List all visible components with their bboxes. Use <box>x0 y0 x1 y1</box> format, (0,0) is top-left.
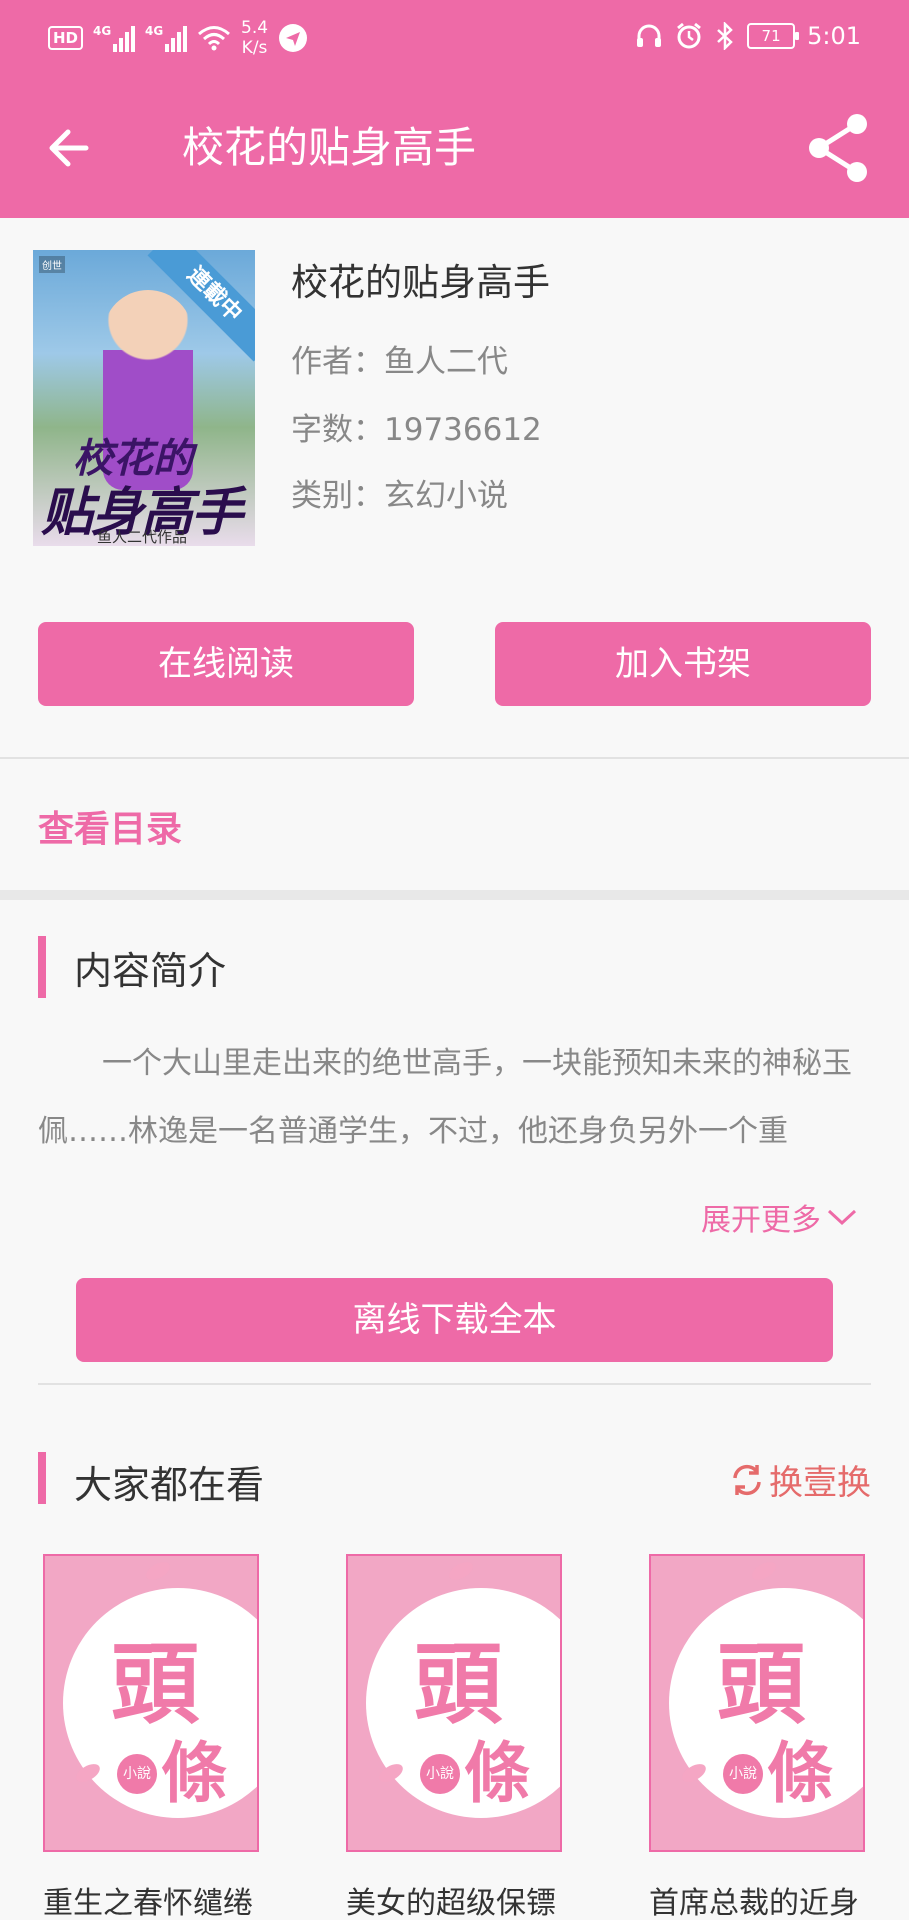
recommend-item[interactable]: 頭 條 小說 首席总裁的近身 <box>649 1554 865 1920</box>
share-icon <box>809 114 867 182</box>
recommend-name: 重生之春怀缱绻 <box>43 1886 253 1920</box>
recommend-cover: 頭 條 小說 <box>346 1554 562 1852</box>
intro-text: 一个大山里走出来的绝世高手，一块能预知未来的神秘玉佩……林逸是一名普通学生，不过… <box>38 1046 852 1149</box>
add-to-shelf-button[interactable]: 加入书架 <box>495 622 871 706</box>
signal-icon-2: 4G <box>145 24 188 52</box>
offline-download-button[interactable]: 离线下载全本 <box>76 1278 833 1362</box>
cover-author-tag: 鱼人二代作品 <box>97 528 188 546</box>
intro-title: 内容简介 <box>74 949 227 993</box>
view-catalog-link[interactable]: 查看目录 <box>38 800 182 852</box>
book-word-count: 字数：19736612 <box>291 412 542 448</box>
alarm-icon <box>677 22 702 49</box>
battery-icon: 71 <box>747 23 800 49</box>
book-author: 作者：鱼人二代 <box>291 344 508 380</box>
recommend-item[interactable]: 頭 條 小說 重生之春怀缱绻 <box>43 1554 259 1920</box>
section-marker <box>38 1452 46 1504</box>
recommend-title: 大家都在看 <box>74 1463 265 1507</box>
refresh-label: 换壹换 <box>769 1463 871 1503</box>
refresh-icon <box>733 1464 761 1495</box>
clock: 5:01 <box>807 22 861 50</box>
recommend-name: 首席总裁的近身 <box>649 1886 859 1920</box>
status-left: HD 4G 4G 5.4 K/s <box>48 18 308 58</box>
hd-indicator: HD <box>48 26 84 50</box>
share-button[interactable] <box>799 108 879 188</box>
recommend-name: 美女的超级保镖 <box>346 1886 556 1920</box>
divider <box>38 1383 871 1385</box>
read-online-button[interactable]: 在线阅读 <box>38 622 414 706</box>
status-bar: HD 4G 4G 5.4 K/s 71 5:01 <box>0 0 909 78</box>
recommend-cover: 頭 條 小說 <box>649 1554 865 1852</box>
book-category: 类别：玄幻小说 <box>291 478 508 514</box>
recommend-item[interactable]: 頭 條 小說 美女的超级保镖 <box>346 1554 562 1920</box>
section-separator <box>0 890 909 900</box>
recommend-cover: 頭 條 小說 <box>43 1554 259 1852</box>
cover-logo: 创世 <box>39 256 65 273</box>
bluetooth-icon <box>717 22 733 50</box>
book-info: 创世 連載中 校花的 贴身高手 鱼人二代作品 校花的贴身高手 作者：鱼人二代 字… <box>0 218 909 758</box>
book-cover[interactable]: 创世 連載中 校花的 贴身高手 鱼人二代作品 <box>33 250 255 546</box>
location-icon <box>279 24 308 52</box>
expand-more-label: 展开更多 <box>701 1203 821 1238</box>
section-marker <box>38 936 46 998</box>
chevron-down-icon <box>827 1209 857 1226</box>
back-button[interactable] <box>38 112 110 184</box>
signal-icon: 4G <box>93 24 136 52</box>
refresh-button[interactable]: 换壹换 <box>729 1455 871 1504</box>
book-title: 校花的贴身高手 <box>291 261 550 304</box>
divider <box>0 757 909 759</box>
headset-icon <box>637 24 662 47</box>
net-speed: 5.4 K/s <box>241 18 269 58</box>
app-bar: 校花的贴身高手 <box>0 78 909 218</box>
status-right: 71 5:01 <box>635 22 861 50</box>
arrow-left-icon <box>49 129 89 167</box>
expand-more-button[interactable]: 展开更多 <box>701 1195 859 1239</box>
wifi-icon <box>198 26 230 51</box>
page-title: 校花的贴身高手 <box>182 123 477 172</box>
